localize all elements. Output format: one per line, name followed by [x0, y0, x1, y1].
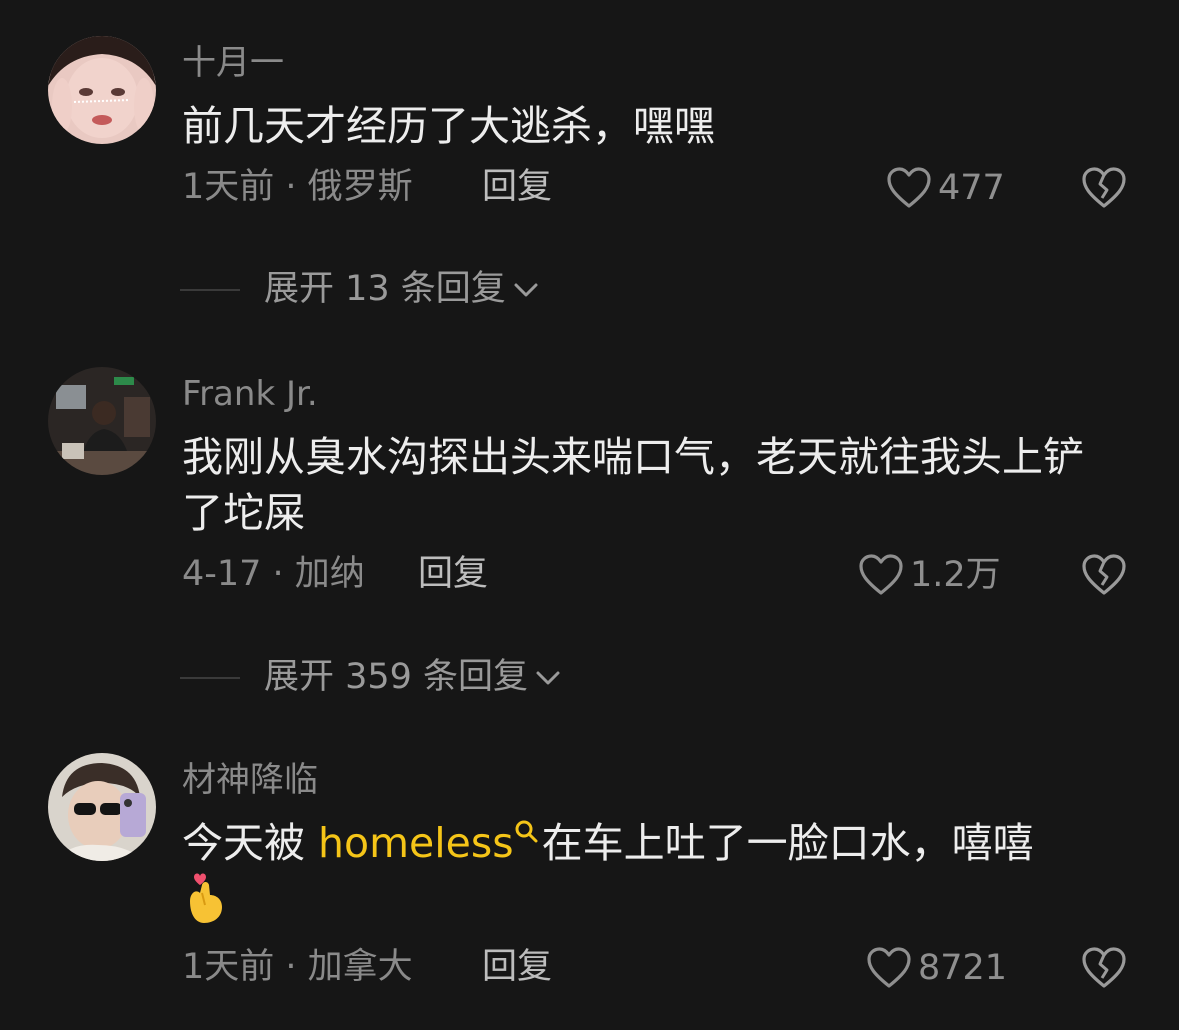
avatar-image-icon: [48, 36, 156, 144]
avatar-image-icon: [48, 367, 156, 475]
reply-button[interactable]: 回复: [482, 170, 552, 205]
expand-replies-button[interactable]: 展开 13 条回复: [180, 272, 540, 307]
divider-line: [180, 288, 240, 291]
comment-meta: 1天前 · 俄罗斯: [182, 167, 413, 207]
heart-outline-icon: [867, 947, 911, 988]
broken-heart-icon: [1082, 947, 1126, 988]
heart-outline-icon: [887, 167, 931, 208]
broken-heart-icon: [1082, 167, 1126, 208]
comment-text: 今天被 homeless 在车上吐了一脸口水，嘻嘻: [182, 815, 1112, 927]
like-button[interactable]: 8721: [866, 946, 1007, 990]
emoji-line: [182, 871, 1112, 927]
reply-button[interactable]: 回复: [418, 557, 488, 592]
chevron-down-icon: [536, 671, 560, 684]
like-count: 8721: [918, 947, 1008, 988]
heart-hands-emoji-icon: [190, 873, 222, 923]
comment-meta: 1天前 · 加拿大: [182, 947, 413, 987]
username[interactable]: 十月一: [182, 46, 284, 80]
avatar[interactable]: [48, 367, 156, 475]
avatar-image-icon: [48, 753, 156, 861]
comment-text: 我刚从臭水沟探出头来喘口气，老天就往我头上铲了坨屎: [182, 433, 1084, 537]
expand-replies-label: 展开 13 条回复: [264, 269, 506, 309]
divider-line: [180, 676, 240, 679]
expand-replies-button[interactable]: 展开 359 条回复: [180, 660, 562, 695]
broken-heart-icon: [1082, 554, 1126, 595]
comment-meta: 4-17 · 加纳: [182, 554, 365, 594]
avatar[interactable]: [48, 753, 156, 861]
like-count: 1.2万: [910, 554, 1001, 595]
username[interactable]: 材神降临: [182, 763, 318, 797]
reply-button[interactable]: 回复: [482, 950, 552, 985]
like-button[interactable]: 1.2万: [858, 553, 1001, 597]
chevron-down-icon: [514, 283, 538, 296]
dislike-button[interactable]: [1080, 553, 1128, 601]
search-keyword-link[interactable]: homeless: [318, 819, 514, 867]
comment-text-after: 在车上吐了一脸口水，嘻嘻: [541, 819, 1034, 867]
expand-replies-label: 展开 359 条回复: [264, 657, 529, 697]
comment-text-before: 今天被: [182, 819, 319, 867]
avatar[interactable]: [48, 36, 156, 144]
heart-outline-icon: [859, 554, 903, 595]
like-count: 477: [938, 167, 1005, 208]
comment-text: 前几天才经历了大逃杀，嘿嘿: [182, 102, 715, 150]
dislike-button[interactable]: [1080, 946, 1128, 994]
like-button[interactable]: 477: [886, 166, 1005, 210]
dislike-button[interactable]: [1080, 166, 1128, 214]
username[interactable]: Frank Jr.: [182, 377, 318, 411]
search-icon[interactable]: [514, 819, 540, 845]
